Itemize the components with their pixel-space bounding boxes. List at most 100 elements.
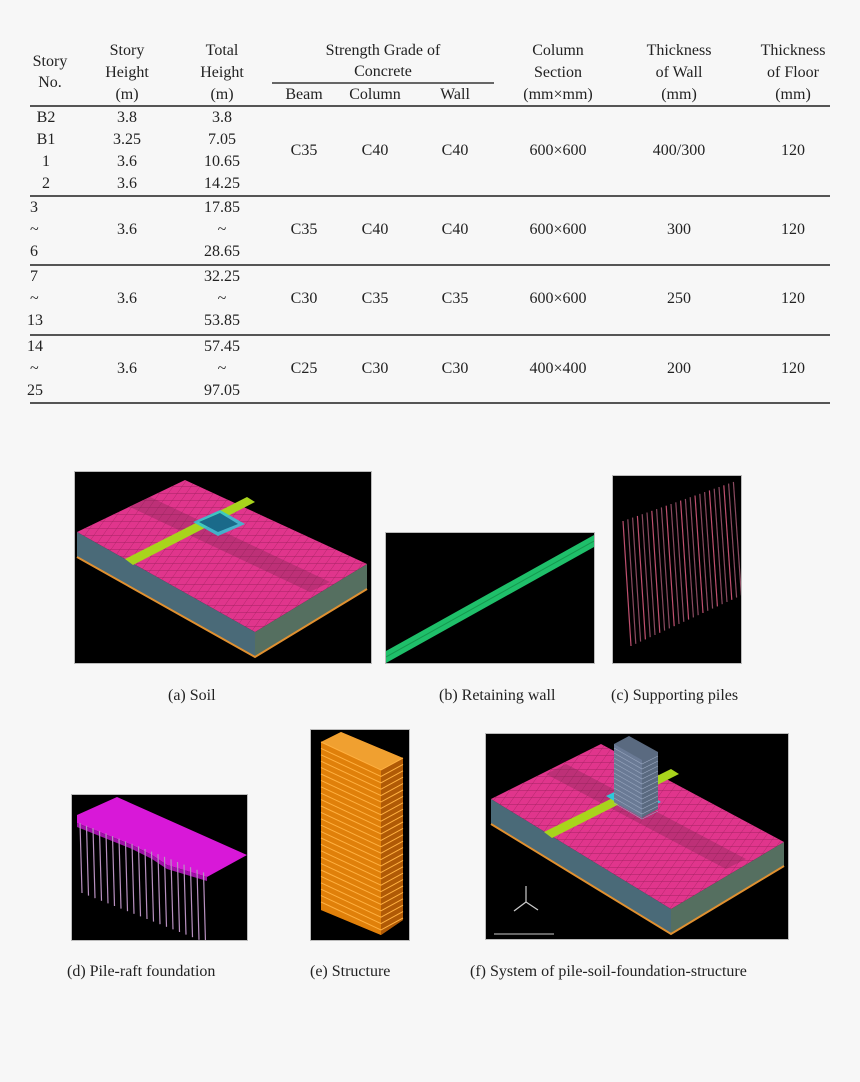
- header-floor-thickness-1: Thickness: [760, 42, 826, 59]
- cell-beam: C25: [290, 360, 318, 377]
- cell-story-no: 7: [30, 268, 38, 285]
- cell-wall: C35: [441, 290, 469, 307]
- cell-total-height: 57.45: [204, 338, 240, 355]
- pile-line: [656, 509, 666, 631]
- cell-floor-thickness: 120: [781, 221, 805, 238]
- cell-total-height: 17.85: [204, 199, 240, 216]
- pile-line: [670, 503, 680, 625]
- cell-floor-thickness: 120: [781, 142, 805, 159]
- header-story-height-1: Story: [109, 42, 145, 59]
- pile-line: [632, 517, 642, 642]
- pile-line: [723, 485, 733, 600]
- cell-story-height: 3.6: [117, 360, 137, 377]
- retaining-wall-image: [386, 535, 594, 663]
- cell-total-height: ~: [217, 360, 227, 377]
- header-wall-thickness-3: (mm): [661, 86, 697, 103]
- pile-raft-image: [77, 797, 247, 940]
- header-wall-thickness-1: Thickness: [646, 42, 712, 59]
- cell-column: C30: [361, 360, 389, 377]
- header-strength-grade-1: Strength Grade of: [325, 42, 441, 59]
- pile-line: [651, 510, 661, 633]
- pile-line: [675, 502, 685, 622]
- cell-wall-thickness: 300: [667, 221, 691, 238]
- full-system-image: [490, 736, 785, 936]
- cell-column-section: 600×600: [529, 221, 587, 238]
- soil-mesh-image: [76, 480, 368, 659]
- cell-total-height: ~: [217, 221, 227, 238]
- header-floor-thickness-3: (mm): [775, 86, 811, 103]
- cell-story-no: 1: [42, 153, 50, 170]
- cell-story-no: 14: [27, 338, 43, 355]
- cell-story-no: B2: [36, 109, 56, 126]
- cell-column-section: 400×400: [529, 360, 587, 377]
- raft-pile-line: [118, 838, 122, 909]
- group-rule: [30, 195, 830, 197]
- cell-story-no: 25: [27, 382, 43, 399]
- cell-story-height: 3.8: [117, 109, 137, 126]
- cell-story-no: B1: [36, 131, 56, 148]
- header-column-section-1: Column: [532, 42, 584, 59]
- pile-line: [627, 519, 637, 644]
- header-total-height-2: Height: [200, 64, 244, 81]
- raft-pile-line: [150, 851, 155, 922]
- header-total-height-3: (m): [210, 86, 234, 103]
- raft-pile-line: [85, 825, 90, 896]
- cell-wall-thickness: 250: [667, 290, 691, 307]
- cell-story-no: ~: [30, 290, 39, 307]
- cell-story-no: ~: [30, 221, 39, 238]
- cell-column-section: 600×600: [529, 142, 587, 159]
- raft-pile-line: [105, 833, 109, 904]
- caption-structure: (e) Structure: [310, 963, 391, 980]
- figure-structure: [310, 729, 410, 941]
- figure-retaining-wall: [385, 532, 595, 664]
- pile-line: [636, 515, 646, 640]
- header-column: Column: [349, 86, 401, 103]
- cell-story-height: 3.25: [113, 131, 141, 148]
- raft-pile-line: [202, 872, 207, 940]
- raft-pile-line: [183, 864, 187, 935]
- cell-column: C40: [361, 142, 389, 159]
- cell-story-height: 3.6: [117, 221, 137, 238]
- cell-column: C40: [361, 221, 389, 238]
- cell-column: C35: [361, 290, 389, 307]
- pile-line: [732, 481, 741, 596]
- header-floor-thickness-2: of Floor: [767, 64, 819, 81]
- cell-total-height: 53.85: [204, 312, 240, 329]
- cell-floor-thickness: 120: [781, 290, 805, 307]
- group-rule: [30, 334, 830, 336]
- header-story-height-3: (m): [115, 86, 139, 103]
- pile-line: [646, 512, 656, 636]
- raft-pile-line: [131, 843, 135, 914]
- cell-total-height: 28.65: [204, 243, 240, 260]
- header-story-no-2: No.: [38, 74, 62, 91]
- caption-pile-raft-foundation: (d) Pile-raft foundation: [67, 963, 216, 980]
- cell-beam: C35: [290, 142, 318, 159]
- raft-pile-line: [79, 822, 83, 894]
- group-rule: [30, 264, 830, 266]
- caption-supporting-piles: (c) Supporting piles: [611, 687, 739, 704]
- header-strength-grade-2: Concrete: [354, 63, 412, 80]
- pile-line: [641, 514, 651, 638]
- pile-line: [704, 492, 714, 609]
- cell-story-height: 3.6: [117, 290, 137, 307]
- pile-line: [684, 498, 694, 618]
- cell-wall: C30: [441, 360, 469, 377]
- cell-story-no: 6: [30, 243, 38, 260]
- cell-total-height: 7.05: [208, 131, 236, 148]
- caption-soil: (a) Soil: [168, 687, 216, 704]
- cell-beam: C35: [290, 221, 318, 238]
- header-story-no-1: Story: [32, 53, 68, 70]
- figure-supporting-piles: [612, 475, 742, 664]
- pile-line: [660, 507, 670, 629]
- pile-line: [665, 505, 675, 627]
- cell-beam: C30: [290, 290, 318, 307]
- figure-full-system: [485, 733, 789, 940]
- cell-wall: C40: [441, 221, 469, 238]
- cell-story-no: 13: [27, 312, 43, 329]
- pile-line: [622, 520, 632, 647]
- supporting-piles-image: [622, 481, 741, 647]
- cell-column-section: 600×600: [529, 290, 587, 307]
- pile-line: [708, 490, 718, 607]
- pile-line: [718, 486, 728, 603]
- header-wall-thickness-2: of Wall: [655, 64, 703, 81]
